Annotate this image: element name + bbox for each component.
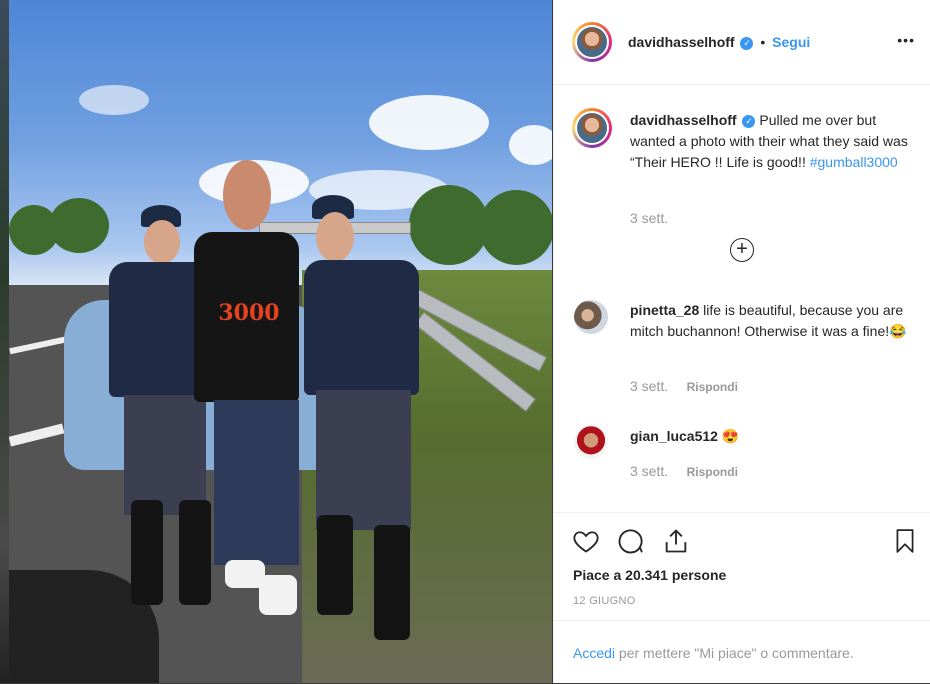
tree bbox=[479, 190, 552, 265]
cloud bbox=[509, 125, 552, 165]
author-avatar[interactable] bbox=[572, 22, 612, 62]
caption: davidhasselhoff ✓ Pulled me over but wan… bbox=[630, 110, 910, 173]
login-link[interactable]: Accedi bbox=[573, 645, 615, 661]
reply-button[interactable]: Rispondi bbox=[687, 465, 738, 479]
heart-icon[interactable] bbox=[572, 527, 600, 555]
separator-dot: • bbox=[760, 34, 766, 50]
verified-badge-icon: ✓ bbox=[740, 37, 754, 50]
plus-circle-icon[interactable]: + bbox=[730, 238, 754, 262]
commenter-avatar[interactable] bbox=[574, 300, 608, 334]
post-header: davidhasselhoff ✓ • Segui ••• bbox=[554, 0, 930, 85]
share-icon[interactable] bbox=[662, 527, 690, 555]
caption-time[interactable]: 3 sett. bbox=[630, 210, 668, 226]
login-line: Accedi per mettere "Mi piace" o commenta… bbox=[573, 645, 854, 661]
likes-count[interactable]: Piace a 20.341 persone bbox=[573, 567, 726, 583]
post-date[interactable]: 12 GIUGNO bbox=[573, 595, 636, 607]
commenter-avatar[interactable] bbox=[574, 425, 608, 459]
background-strip bbox=[0, 0, 9, 683]
comment: pinetta_28 life is beautiful, because yo… bbox=[630, 300, 910, 342]
tree bbox=[49, 198, 109, 253]
action-bar: Piace a 20.341 persone 12 GIUGNO bbox=[554, 512, 930, 607]
login-prompt: Accedi per mettere "Mi piace" o commenta… bbox=[554, 620, 930, 684]
follow-button[interactable]: Segui bbox=[772, 34, 810, 50]
comment-time[interactable]: 3 sett. bbox=[630, 463, 668, 479]
tree bbox=[409, 185, 489, 265]
cloud bbox=[79, 85, 149, 115]
comment-meta: 3 sett. Rispondi bbox=[630, 378, 738, 396]
comment: gian_luca512 😍 bbox=[630, 426, 910, 447]
caption-username[interactable]: davidhasselhoff bbox=[630, 112, 737, 128]
verified-badge-icon: ✓ bbox=[742, 115, 756, 128]
reply-button[interactable]: Rispondi bbox=[687, 380, 738, 394]
comment-icon[interactable] bbox=[616, 527, 644, 555]
post-sidebar: davidhasselhoff ✓ • Segui ••• davidhasse… bbox=[553, 0, 930, 683]
more-options-icon[interactable]: ••• bbox=[897, 32, 915, 48]
bookmark-icon[interactable] bbox=[892, 527, 918, 555]
comment-meta: 3 sett. Rispondi bbox=[630, 463, 738, 481]
comment-username[interactable]: gian_luca512 bbox=[630, 428, 718, 444]
comment-username[interactable]: pinetta_28 bbox=[630, 302, 699, 318]
post-photo[interactable]: 3000 bbox=[9, 0, 552, 683]
comment-text: 😍 bbox=[721, 428, 740, 444]
cloud bbox=[369, 95, 489, 150]
author-username[interactable]: davidhasselhoff bbox=[628, 34, 735, 50]
jersey-text: 3000 bbox=[218, 300, 280, 326]
login-text: per mettere "Mi piace" o commentare. bbox=[615, 645, 854, 661]
author-line: davidhasselhoff ✓ • Segui bbox=[628, 34, 810, 50]
hashtag-link[interactable]: #gumball3000 bbox=[810, 154, 898, 170]
caption-avatar[interactable] bbox=[572, 108, 612, 148]
comment-time[interactable]: 3 sett. bbox=[630, 378, 668, 394]
